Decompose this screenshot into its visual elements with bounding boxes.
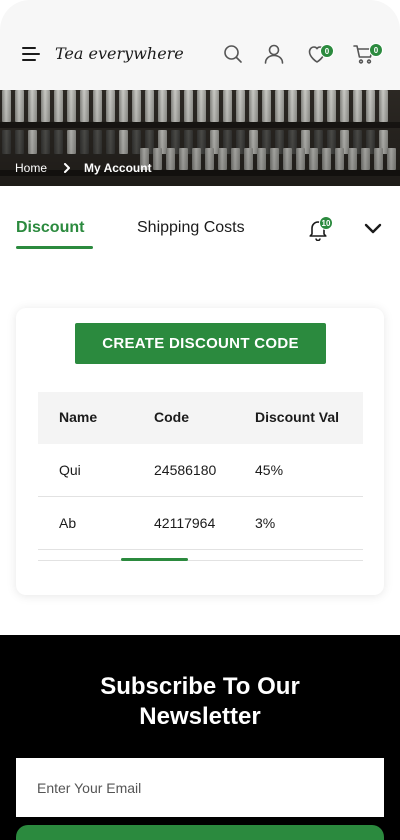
newsletter-section: Subscribe To Our Newsletter: [0, 635, 400, 840]
breadcrumb: Home My Account: [15, 161, 152, 175]
newsletter-title: Subscribe To Our Newsletter: [0, 672, 400, 732]
cell-discount-value: 45%: [255, 462, 284, 478]
tab-discount[interactable]: Discount: [16, 219, 84, 237]
wishlist-count-badge: 0: [320, 44, 334, 58]
chevron-down-icon[interactable]: [362, 219, 384, 239]
app-screen: Tea everywhere 0 0 Home My Account Disco…: [0, 0, 400, 840]
subscribe-button[interactable]: [16, 825, 384, 840]
user-icon[interactable]: [262, 42, 286, 66]
table-footer-divider: [38, 550, 363, 561]
newsletter-title-line-1: Subscribe To Our: [100, 673, 300, 700]
cell-code: 42117964: [154, 515, 216, 531]
create-discount-code-button[interactable]: CREATE DISCOUNT CODE: [75, 323, 326, 364]
search-icon[interactable]: [221, 42, 245, 66]
email-field[interactable]: [16, 758, 384, 817]
horizontal-scrollbar[interactable]: [121, 558, 188, 561]
cell-name: Ab: [59, 515, 77, 531]
table-row[interactable]: Ab 42117964 3%: [38, 497, 363, 550]
newsletter-title-line-2: Newsletter: [139, 703, 261, 730]
menu-icon[interactable]: [22, 47, 40, 61]
top-header: Tea everywhere 0 0: [0, 0, 400, 90]
site-logo[interactable]: Tea everywhere: [55, 44, 184, 63]
column-header-discount-value: Discount Val: [255, 409, 340, 425]
notification-count-badge: 10: [319, 216, 333, 230]
table-header: Name Code Discount Val: [38, 392, 363, 444]
cell-name: Qui: [59, 462, 81, 478]
cell-discount-value: 3%: [255, 515, 276, 531]
column-header-code: Code: [154, 409, 189, 425]
table-row[interactable]: Qui 24586180 45%: [38, 444, 363, 497]
cart-count-badge: 0: [369, 43, 383, 57]
breadcrumb-home-link[interactable]: Home: [15, 161, 47, 175]
breadcrumb-current: My Account: [84, 161, 152, 175]
chevron-right-icon: [64, 163, 71, 173]
cell-code: 24586180: [154, 462, 217, 478]
column-header-name: Name: [59, 409, 98, 425]
tab-shipping-costs[interactable]: Shipping Costs: [137, 219, 245, 237]
discount-codes-card: CREATE DISCOUNT CODE Name Code Discount …: [16, 308, 384, 595]
active-tab-indicator: [16, 246, 93, 249]
